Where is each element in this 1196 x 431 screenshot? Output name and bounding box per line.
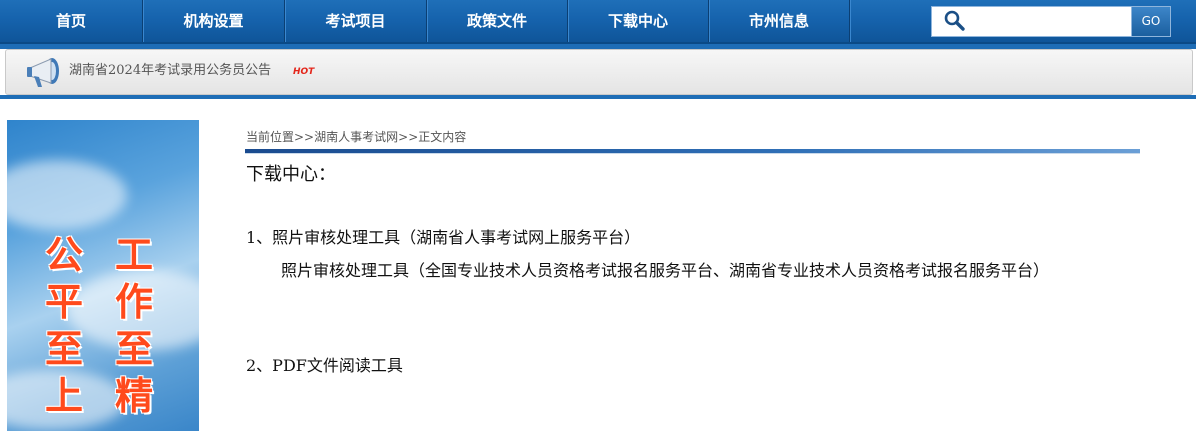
slogan-char: 至 — [114, 327, 153, 371]
slogan-char: 上 — [44, 374, 83, 418]
cloud-decoration — [7, 160, 127, 230]
slogan-char: 工 — [114, 233, 153, 277]
breadcrumb-current: 正文内容 — [418, 130, 467, 144]
slogan-column-left: 公 平 至 上 — [42, 232, 86, 420]
slogan-char: 作 — [114, 280, 153, 324]
nav-exam-items[interactable]: 考试项目 — [285, 0, 426, 42]
nav-divider — [849, 0, 850, 42]
nav-home[interactable]: 首页 — [0, 0, 142, 42]
breadcrumb: 当前位置>>湖南人事考试网>>正文内容 — [246, 128, 466, 145]
slogan-char: 精 — [114, 374, 153, 418]
top-nav-bar: 首页 机构设置 考试项目 政策文件 下载中心 市州信息 GO — [0, 0, 1196, 44]
slogan-char: 平 — [44, 280, 83, 324]
notice-strip — [0, 95, 1196, 99]
search-box — [931, 6, 1133, 37]
download-link-photo-tool-national[interactable]: 照片审核处理工具（全国专业技术人员资格考试报名服务平台、湖南省专业技术人员资格考… — [246, 255, 1146, 286]
download-link-pdf-reader[interactable]: 2、PDF文件阅读工具 — [246, 352, 403, 376]
nav-download-center[interactable]: 下载中心 — [568, 0, 708, 42]
nav-organization[interactable]: 机构设置 — [143, 0, 284, 42]
megaphone-icon — [27, 58, 59, 87]
search-icon — [944, 10, 965, 31]
search-input[interactable] — [974, 10, 1128, 33]
announcement-link[interactable]: 湖南省2024年考试录用公务员公告 — [69, 50, 271, 94]
nav-city-info[interactable]: 市州信息 — [709, 0, 849, 42]
slogan-column-right: 工 作 至 精 — [112, 232, 156, 420]
slogan-banner: 公 平 至 上 工 作 至 精 — [7, 120, 199, 431]
nav-policy-documents[interactable]: 政策文件 — [427, 0, 567, 42]
download-link-photo-tool-hunan[interactable]: 1、照片审核处理工具（湖南省人事考试网上服务平台） — [246, 224, 640, 248]
breadcrumb-prefix: 当前位置>> — [246, 130, 315, 144]
hot-badge: HOT — [293, 67, 315, 77]
slogan-char: 至 — [44, 327, 83, 371]
announcement-bar: 湖南省2024年考试录用公务员公告 HOT — [5, 49, 1193, 95]
title-divider — [245, 149, 1140, 154]
page-title: 下载中心： — [246, 164, 336, 185]
go-button[interactable]: GO — [1131, 6, 1171, 37]
slogan-char: 公 — [44, 233, 83, 277]
breadcrumb-home-link[interactable]: 湖南人事考试网 — [314, 130, 398, 144]
breadcrumb-separator: >> — [398, 130, 419, 144]
